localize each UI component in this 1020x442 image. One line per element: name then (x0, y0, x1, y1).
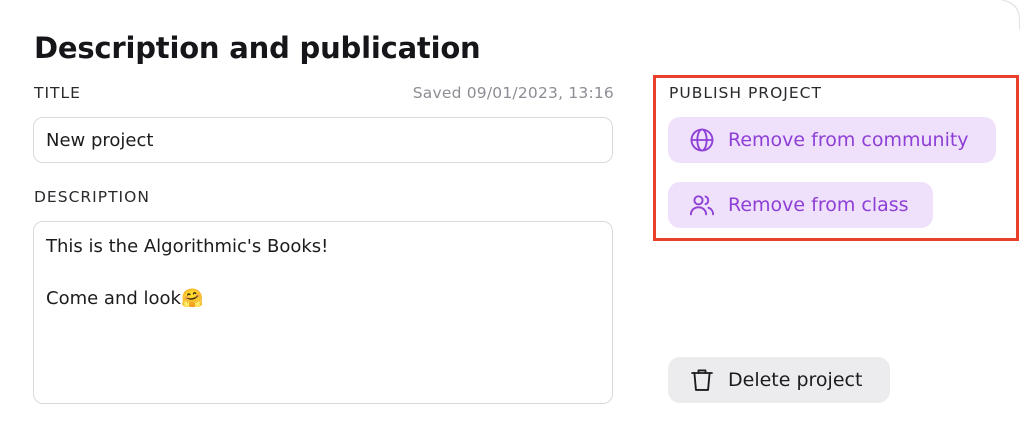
title-label: TITLE (34, 84, 81, 102)
publish-highlight-box (653, 75, 1019, 241)
title-input[interactable]: New project (33, 117, 613, 163)
page-title: Description and publication (34, 31, 481, 65)
description-publication-panel: Description and publication TITLE Saved … (0, 0, 1020, 442)
description-label: DESCRIPTION (34, 188, 150, 206)
title-input-value: New project (46, 129, 154, 151)
delete-project-button[interactable]: Delete project (668, 357, 890, 403)
trash-icon (688, 366, 716, 394)
panel-corner (1002, 0, 1020, 30)
saved-timestamp: Saved 09/01/2023, 13:16 (412, 84, 614, 102)
description-textarea[interactable]: This is the Algorithmic's Books! Come an… (33, 221, 613, 404)
delete-project-label: Delete project (728, 369, 863, 391)
